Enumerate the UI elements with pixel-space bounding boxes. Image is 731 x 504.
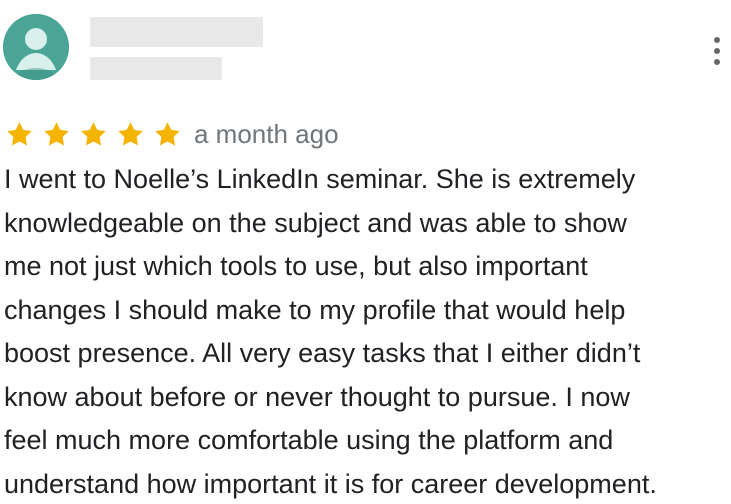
star-rating: [5, 118, 182, 150]
more-options-button[interactable]: [705, 34, 729, 68]
reviewer-meta-redacted: [90, 57, 222, 80]
review-date: a month ago: [194, 119, 339, 149]
star-icon: [44, 121, 69, 145]
rating-row: a month ago: [5, 118, 339, 150]
reviewer-avatar[interactable]: [3, 14, 69, 80]
default-profile-avatar-icon: [3, 14, 69, 80]
star-icon: [81, 121, 106, 145]
star-icon: [118, 121, 143, 145]
star-icon: [155, 121, 180, 145]
more-vert-icon: [714, 37, 720, 65]
reviewer-name-redacted: [90, 17, 263, 47]
review-text: I went to Noelle’s LinkedIn seminar. She…: [4, 164, 657, 499]
star-icon: [7, 121, 32, 145]
review-card: a month ago I went to Noelle’s LinkedIn …: [0, 0, 731, 504]
